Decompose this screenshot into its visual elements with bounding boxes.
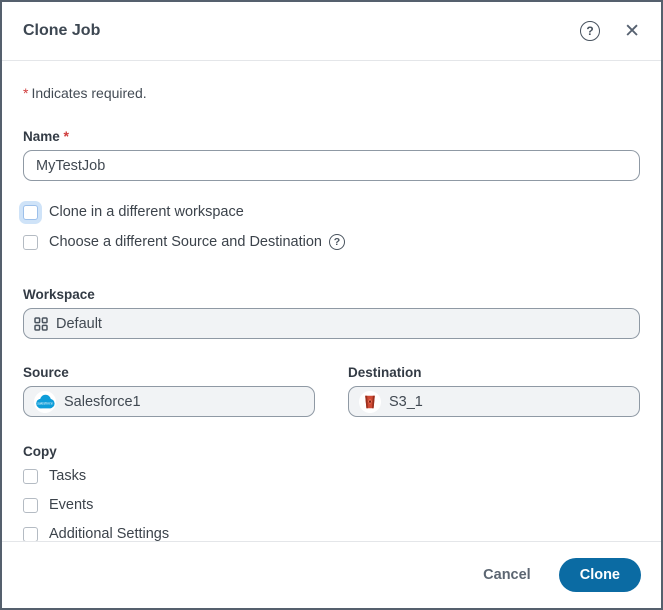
name-input[interactable] [23, 150, 640, 181]
choose-source-dest-label: Choose a different Source and Destinatio… [49, 234, 322, 250]
required-note-text: Indicates required. [31, 85, 146, 101]
dialog-footer: Cancel Clone [2, 541, 661, 608]
dialog-header: Clone Job ? ✕ [2, 2, 661, 61]
source-value: Salesforce1 [64, 394, 141, 410]
copy-section-label: Copy [23, 444, 640, 459]
grid-icon [34, 317, 48, 331]
choose-source-dest-checkbox[interactable] [23, 235, 38, 250]
name-label: Name * [23, 128, 640, 144]
source-label: Source [23, 365, 315, 380]
s3-icon [359, 391, 381, 413]
choose-source-dest-checkbox-row[interactable]: Choose a different Source and Destinatio… [23, 234, 640, 250]
clone-workspace-checkbox-row[interactable]: Clone in a different workspace [23, 204, 640, 220]
close-button[interactable]: ✕ [600, 22, 640, 41]
copy-events-checkbox[interactable] [23, 498, 38, 513]
destination-value: S3_1 [389, 394, 423, 410]
dialog-title: Clone Job [23, 22, 580, 40]
destination-field: S3_1 [348, 386, 640, 417]
name-required-asterisk: * [64, 128, 69, 144]
destination-column: Destination S3_1 [348, 365, 640, 417]
choose-source-dest-help-button[interactable]: ? [329, 234, 345, 250]
help-button[interactable]: ? [580, 21, 600, 41]
copy-tasks-checkbox-row[interactable]: Tasks [23, 468, 640, 484]
copy-additional-settings-checkbox-row[interactable]: Additional Settings [23, 526, 640, 541]
copy-additional-settings-label: Additional Settings [49, 526, 169, 541]
workspace-field: Default [23, 308, 640, 339]
copy-events-checkbox-row[interactable]: Events [23, 497, 640, 513]
copy-events-label: Events [49, 497, 93, 513]
clone-button[interactable]: Clone [559, 558, 641, 592]
help-icon: ? [334, 237, 340, 248]
destination-label: Destination [348, 365, 640, 380]
cancel-button[interactable]: Cancel [483, 567, 531, 583]
required-asterisk: * [23, 85, 28, 101]
source-field: salesforce Salesforce1 [23, 386, 315, 417]
source-destination-row: Source salesforce [23, 365, 640, 417]
copy-additional-settings-checkbox[interactable] [23, 527, 38, 542]
clone-workspace-label: Clone in a different workspace [49, 204, 244, 220]
workspace-value: Default [56, 316, 102, 332]
workspace-label: Workspace [23, 287, 640, 302]
close-icon: ✕ [624, 22, 640, 41]
copy-tasks-label: Tasks [49, 468, 86, 484]
clone-workspace-checkbox[interactable] [23, 205, 38, 220]
dialog-body: *Indicates required. Name * Clone in a d… [2, 61, 661, 541]
salesforce-icon: salesforce [34, 391, 56, 413]
help-icon: ? [580, 21, 600, 41]
source-column: Source salesforce [23, 365, 315, 417]
required-note: *Indicates required. [23, 85, 640, 101]
copy-tasks-checkbox[interactable] [23, 469, 38, 484]
svg-text:salesforce: salesforce [37, 401, 53, 405]
clone-job-dialog: Clone Job ? ✕ *Indicates required. Name … [0, 0, 663, 610]
